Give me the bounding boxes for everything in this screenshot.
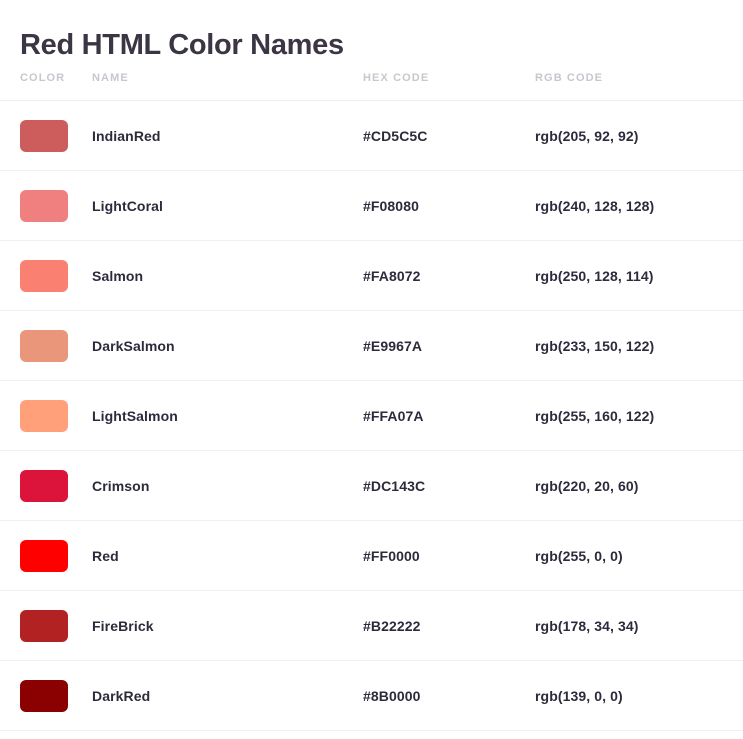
color-name: Salmon (92, 268, 144, 284)
color-hex-code: #8B0000 (363, 688, 421, 704)
color-swatch (20, 610, 68, 642)
color-name: Red (92, 548, 119, 564)
table-row: Salmon #FA8072 rgb(250, 128, 114) (0, 241, 743, 311)
table-body: IndianRed #CD5C5C rgb(205, 92, 92) LightCor… (0, 101, 743, 731)
color-name: LightCoral (92, 198, 163, 214)
table-row: FireBrick #B22222 rgb(178, 34, 34) (0, 591, 743, 661)
color-swatch (20, 330, 68, 362)
table-row: DarkRed #8B0000 rgb(139, 0, 0) (0, 661, 743, 731)
table-header-row: COLOR NAME HEX CODE RGB CODE (0, 62, 743, 101)
color-name: DarkSalmon (92, 338, 175, 354)
table-row: IndianRed #CD5C5C rgb(205, 92, 92) (0, 101, 743, 171)
table-row: LightCoral #F08080 rgb(240, 128, 128) (0, 171, 743, 241)
color-swatch-cell (20, 451, 68, 521)
color-name: IndianRed (92, 128, 161, 144)
color-swatch (20, 190, 68, 222)
color-name: Crimson (92, 478, 150, 494)
color-swatch (20, 120, 68, 152)
color-rgb-code: rgb(250, 128, 114) (535, 268, 654, 284)
color-name: LightSalmon (92, 408, 178, 424)
column-header-rgb-code: RGB CODE (535, 72, 604, 84)
table-row: DarkSalmon #E9967A rgb(233, 150, 122) (0, 311, 743, 381)
color-swatch-cell (20, 101, 68, 171)
color-swatch-cell (20, 381, 68, 451)
color-name: FireBrick (92, 618, 154, 634)
color-swatch-cell (20, 521, 68, 591)
color-rgb-code: rgb(255, 0, 0) (535, 548, 623, 564)
color-rgb-code: rgb(178, 34, 34) (535, 618, 639, 634)
color-hex-code: #E9967A (363, 338, 423, 354)
color-hex-code: #FFA07A (363, 408, 424, 424)
column-header-hex-code: HEX CODE (363, 72, 430, 84)
table-row: Crimson #DC143C rgb(220, 20, 60) (0, 451, 743, 521)
color-swatch-cell (20, 661, 68, 731)
color-swatch-cell (20, 591, 68, 661)
table-row: Red #FF0000 rgb(255, 0, 0) (0, 521, 743, 591)
color-rgb-code: rgb(139, 0, 0) (535, 688, 623, 704)
color-rgb-code: rgb(255, 160, 122) (535, 408, 655, 424)
color-table: COLOR NAME HEX CODE RGB CODE IndianRed #C… (0, 62, 743, 731)
color-swatch-cell (20, 241, 68, 311)
color-swatch (20, 400, 68, 432)
column-header-name: NAME (92, 72, 129, 84)
color-swatch-cell (20, 311, 68, 381)
color-swatch-cell (20, 171, 68, 241)
color-rgb-code: rgb(233, 150, 122) (535, 338, 655, 354)
color-hex-code: #B22222 (363, 618, 421, 634)
color-rgb-code: rgb(240, 128, 128) (535, 198, 655, 214)
color-hex-code: #FF0000 (363, 548, 420, 564)
color-hex-code: #F08080 (363, 198, 419, 214)
table-row: LightSalmon #FFA07A rgb(255, 160, 122) (0, 381, 743, 451)
color-swatch (20, 260, 68, 292)
color-rgb-code: rgb(205, 92, 92) (535, 128, 639, 144)
color-swatch (20, 470, 68, 502)
color-rgb-code: rgb(220, 20, 60) (535, 478, 639, 494)
color-swatch (20, 680, 68, 712)
column-header-color: COLOR (20, 72, 66, 84)
color-hex-code: #DC143C (363, 478, 426, 494)
color-hex-code: #FA8072 (363, 268, 421, 284)
color-swatch (20, 540, 68, 572)
page-title: Red HTML Color Names (20, 29, 344, 62)
color-hex-code: #CD5C5C (363, 128, 428, 144)
color-names-page: Red HTML Color Names COLOR NAME HEX CODE… (0, 0, 743, 739)
color-name: DarkRed (92, 688, 151, 704)
